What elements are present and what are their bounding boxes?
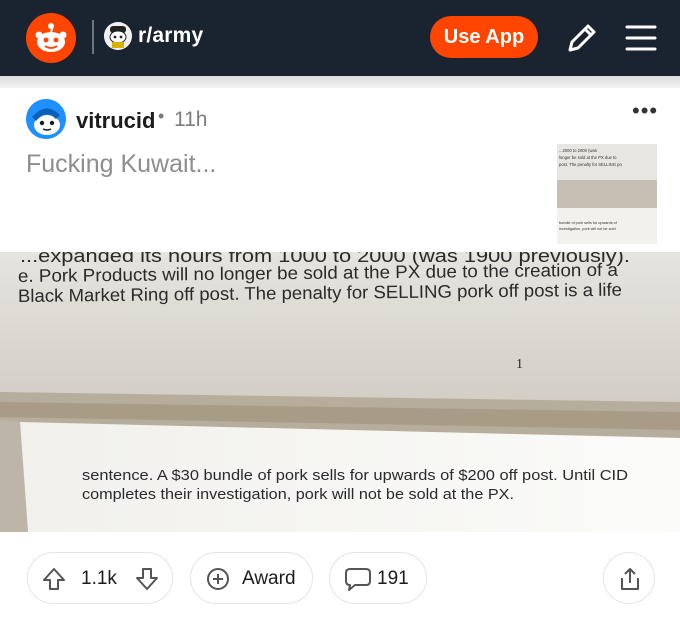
post-thumbnail[interactable]: ...2000 to 2000 (was longer be sold at t…	[557, 144, 657, 244]
page-number: 1	[516, 357, 523, 372]
post-author[interactable]: vitrucid	[76, 108, 155, 134]
award-button[interactable]: Award	[190, 552, 313, 604]
thumb-line-3: post. The penalty for SELLING po	[559, 162, 622, 167]
doc-line-5: completes their investigation, pork will…	[82, 486, 514, 503]
comment-count: 191	[377, 568, 409, 589]
thumb-line-5: investigation, pork will not be sold	[559, 227, 616, 231]
post-image[interactable]: ...expanded its hours from 1000 to 2000 …	[0, 252, 680, 532]
post-header: vitrucid • 11h ••• Fucking Kuwait... ...…	[0, 88, 680, 252]
thumb-line-1: ...2000 to 2000 (was	[559, 148, 597, 153]
nav-divider	[92, 20, 94, 54]
hamburger-menu-icon[interactable]	[620, 18, 660, 58]
comments-button[interactable]: 191	[329, 552, 427, 604]
share-button[interactable]	[603, 552, 655, 604]
downvote-icon[interactable]	[134, 566, 160, 592]
vote-count: 1.1k	[81, 568, 117, 589]
more-options-icon[interactable]: •••	[632, 98, 658, 124]
post-title[interactable]: Fucking Kuwait...	[26, 150, 216, 179]
army-subreddit-icon[interactable]	[104, 22, 132, 50]
pencil-icon[interactable]	[562, 18, 602, 58]
award-label: Award	[242, 568, 296, 589]
thumb-line-4: bundle of pork sells for upwards of	[559, 221, 618, 225]
add-award-icon	[207, 568, 229, 590]
post-age: 11h	[174, 108, 208, 131]
meta-separator: •	[158, 106, 165, 126]
thumb-line-2: longer be sold at the PX due to	[559, 155, 617, 160]
upvote-icon[interactable]	[41, 566, 67, 592]
subreddit-name[interactable]: r/army	[138, 24, 203, 48]
share-icon	[621, 568, 639, 590]
post-action-bar: 1.1k Award 191	[0, 532, 680, 622]
vote-control: 1.1k	[27, 552, 173, 604]
use-app-button[interactable]: Use App	[430, 16, 538, 58]
doc-line-4: sentence. A $30 bundle of pork sells for…	[82, 467, 628, 484]
avatar[interactable]	[26, 99, 66, 139]
top-nav-bar: r/army Use App	[0, 0, 680, 76]
comment-bubble-icon	[345, 568, 371, 591]
reddit-logo-icon[interactable]	[26, 13, 76, 63]
